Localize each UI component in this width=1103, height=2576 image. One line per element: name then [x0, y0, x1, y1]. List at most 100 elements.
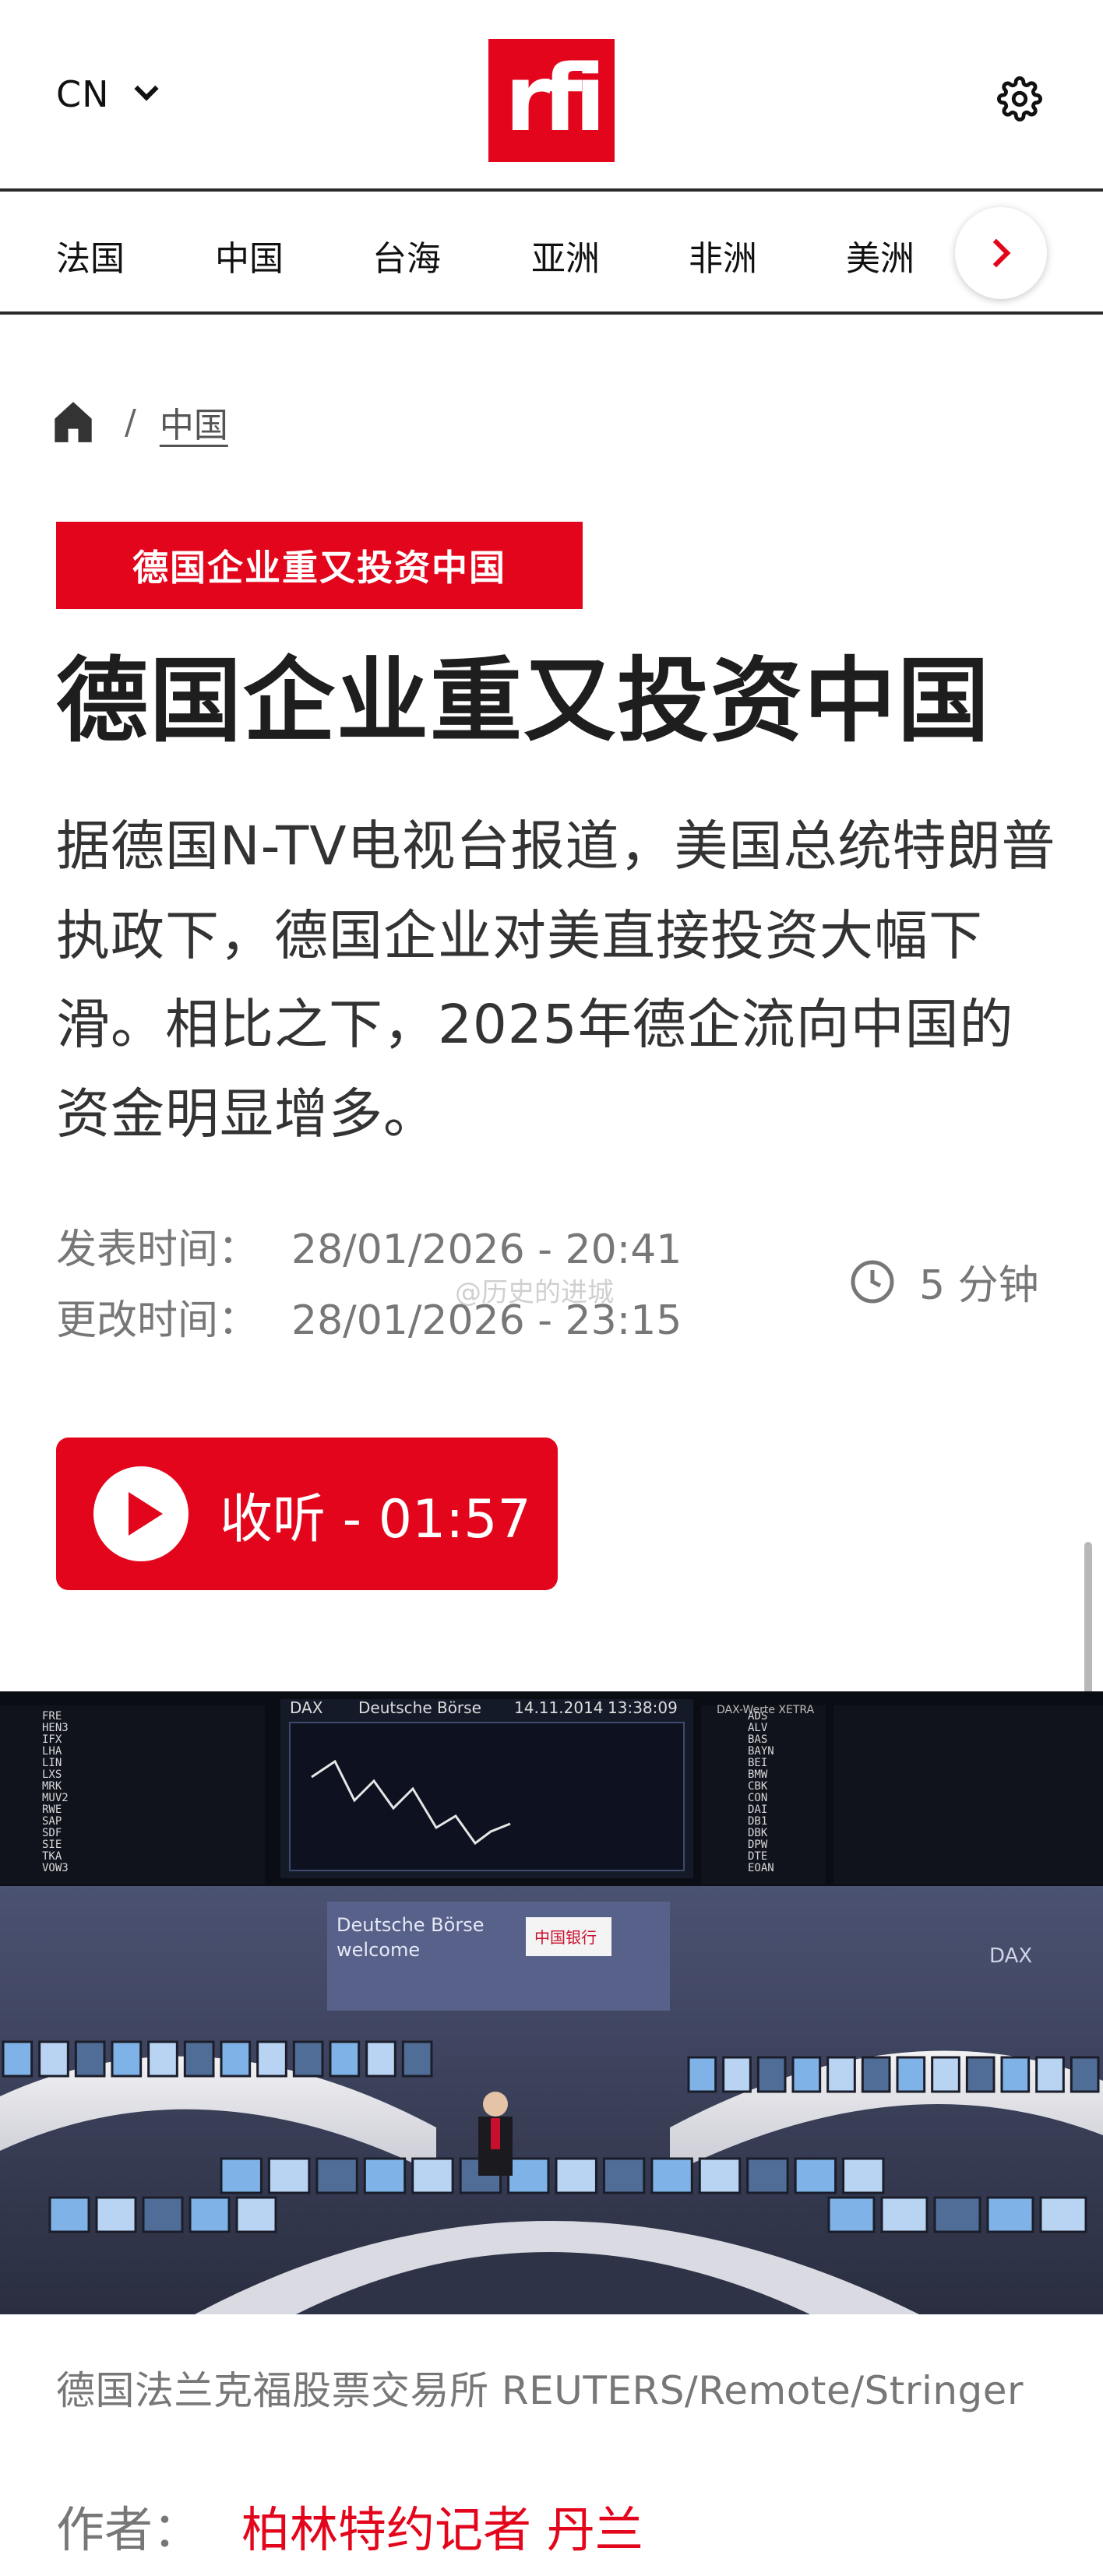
- ticker-symbol: CBK: [748, 1780, 768, 1793]
- monitor-screen: [698, 2157, 742, 2194]
- monitor-screen: [147, 2040, 178, 2078]
- monitor-screen: [933, 2196, 981, 2233]
- nav-item-asia[interactable]: 亚洲: [531, 231, 600, 280]
- language-label: CN: [56, 73, 110, 115]
- board-date: 14.11.2014: [514, 1698, 604, 1717]
- gear-icon[interactable]: [997, 76, 1042, 121]
- monitor-screen: [220, 2157, 263, 2194]
- monitor-screen: [1039, 2196, 1087, 2233]
- ticker-symbol: VOW3: [42, 1862, 69, 1874]
- ticker-symbol: LHA: [42, 1745, 62, 1758]
- board-title: Deutsche Börse: [358, 1698, 481, 1717]
- ticker-symbol: HEN3: [42, 1722, 69, 1734]
- ticker-symbol: LIN: [42, 1757, 62, 1769]
- author-label: 作者：: [56, 2501, 202, 2558]
- monitor-screen: [722, 2056, 752, 2093]
- monitor-screen: [111, 2040, 143, 2078]
- ticker-symbol: TKA: [42, 1850, 62, 1863]
- ticker-symbol: SIE: [42, 1839, 62, 1851]
- article-title: 德国企业重又投资中国: [56, 647, 992, 755]
- monitor-screen: [220, 2040, 252, 2078]
- monitor-screen: [965, 2056, 996, 2093]
- monitor-screen: [794, 2157, 837, 2194]
- chevron-right-icon: [981, 238, 1011, 268]
- monitor-screen: [365, 2040, 396, 2078]
- monitor-screen: [48, 2196, 90, 2233]
- language-selector[interactable]: CN: [56, 73, 159, 115]
- monitor-screen: [292, 2040, 324, 2078]
- trading-floor-image: DAX Deutsche Börse 14.11.2014 13:38:09 D…: [0, 1691, 1103, 2314]
- watermark: @历史的进城: [455, 1277, 614, 1308]
- monitor-screen: [842, 2157, 885, 2194]
- monitor-screen: [861, 2056, 891, 2093]
- updated-label: 更改时间：: [56, 1297, 259, 1344]
- monitor-screen: [1035, 2056, 1065, 2093]
- monitor-screen: [363, 2157, 407, 2194]
- ticker-symbol: EOAN: [748, 1862, 774, 1874]
- monitor-screen: [1000, 2056, 1031, 2093]
- listen-button[interactable]: 收听 - 01:57: [56, 1438, 558, 1590]
- author-line: 作者： 柏林特约记者 丹兰: [56, 2490, 643, 2560]
- nav-item-china[interactable]: 中国: [215, 231, 284, 280]
- ticker-symbol: SAP: [42, 1815, 62, 1828]
- monitor-screen: [756, 2056, 787, 2093]
- monitor-screen: [38, 2040, 69, 2078]
- wall-text-1: Deutsche Börse: [337, 1914, 484, 1936]
- corner-tag: DAX: [989, 1944, 1032, 1968]
- monitor-screen: [931, 2056, 960, 2093]
- ticker-symbol: DPW: [748, 1839, 768, 1851]
- ticker-symbol: BAYN: [748, 1745, 774, 1758]
- monitor-screen: [189, 2196, 231, 2233]
- chevron-down-icon: [133, 76, 159, 101]
- article-photo: DAX Deutsche Börse 14.11.2014 13:38:09 D…: [0, 1691, 1103, 2314]
- monitor-screen: [401, 2040, 433, 2078]
- nav-item-taiwan-strait[interactable]: 台海: [372, 231, 441, 280]
- ticker-symbol: LXS: [42, 1768, 62, 1781]
- monitor-screen: [650, 2157, 693, 2194]
- ticker-symbol: RWE: [42, 1804, 62, 1816]
- ticker-symbol: CON: [748, 1792, 767, 1804]
- topic-tag[interactable]: 德国企业重又投资中国: [56, 522, 583, 609]
- photo-caption: 德国法兰克福股票交易所 REUTERS/Remote/Stringer: [56, 2368, 1024, 2413]
- read-time: 5 分钟: [849, 1252, 1039, 1311]
- breadcrumb-section-link[interactable]: 中国: [160, 397, 228, 447]
- monitor-screen: [142, 2196, 184, 2233]
- board-left-tag: DAX: [290, 1698, 323, 1717]
- article-lead: 据德国N-TV电视台报道，美国总统特朗普执政下，德国企业对美直接投资大幅下滑。相…: [56, 815, 1056, 1145]
- logo-text: rfi: [505, 44, 606, 152]
- monitor-screen: [880, 2196, 929, 2233]
- read-time-label: 5 分钟: [919, 1262, 1039, 1309]
- nav-item-france[interactable]: 法国: [56, 231, 125, 280]
- section-nav: 法国 中国 台海 亚洲 非洲 美洲 洲: [0, 193, 1103, 315]
- monitor-screen: [827, 2196, 876, 2233]
- bank-sign: 中国银行: [534, 1928, 597, 1947]
- ticker-symbol: DAI: [748, 1804, 767, 1816]
- monitor-screen: [1070, 2056, 1100, 2093]
- breadcrumb-separator: /: [125, 402, 136, 442]
- author-link[interactable]: 柏林特约记者 丹兰: [241, 2490, 643, 2560]
- nav-next-button[interactable]: [955, 207, 1047, 299]
- monitor-screen: [986, 2196, 1034, 2233]
- ticker-symbol: IFX: [42, 1733, 62, 1746]
- ticker-symbol: ADS: [748, 1710, 767, 1723]
- monitor-screen: [235, 2196, 277, 2233]
- monitor-screen: [2, 2040, 33, 2078]
- ticker-symbol: SDF: [42, 1827, 62, 1839]
- home-icon[interactable]: [53, 400, 93, 444]
- nav-item-americas[interactable]: 美洲: [846, 231, 914, 280]
- monitor-screen: [315, 2157, 358, 2194]
- ticker-symbol: DBK: [748, 1827, 768, 1839]
- monitor-screen: [329, 2040, 361, 2078]
- monitor-screen: [746, 2157, 789, 2194]
- nav-item-africa[interactable]: 非洲: [689, 231, 757, 280]
- published-label: 发表时间：: [56, 1226, 259, 1273]
- monitor-screen: [256, 2040, 287, 2078]
- play-icon: [93, 1466, 189, 1561]
- rfi-logo[interactable]: rfi: [488, 39, 615, 162]
- wall-text-2: welcome: [337, 1939, 420, 1961]
- monitor-screen: [267, 2157, 311, 2194]
- ticker-symbol: DTE: [748, 1850, 767, 1863]
- ticker-symbol: BMW: [748, 1768, 768, 1781]
- ticker-symbol: ALV: [748, 1722, 768, 1734]
- monitor-screen: [507, 2157, 550, 2194]
